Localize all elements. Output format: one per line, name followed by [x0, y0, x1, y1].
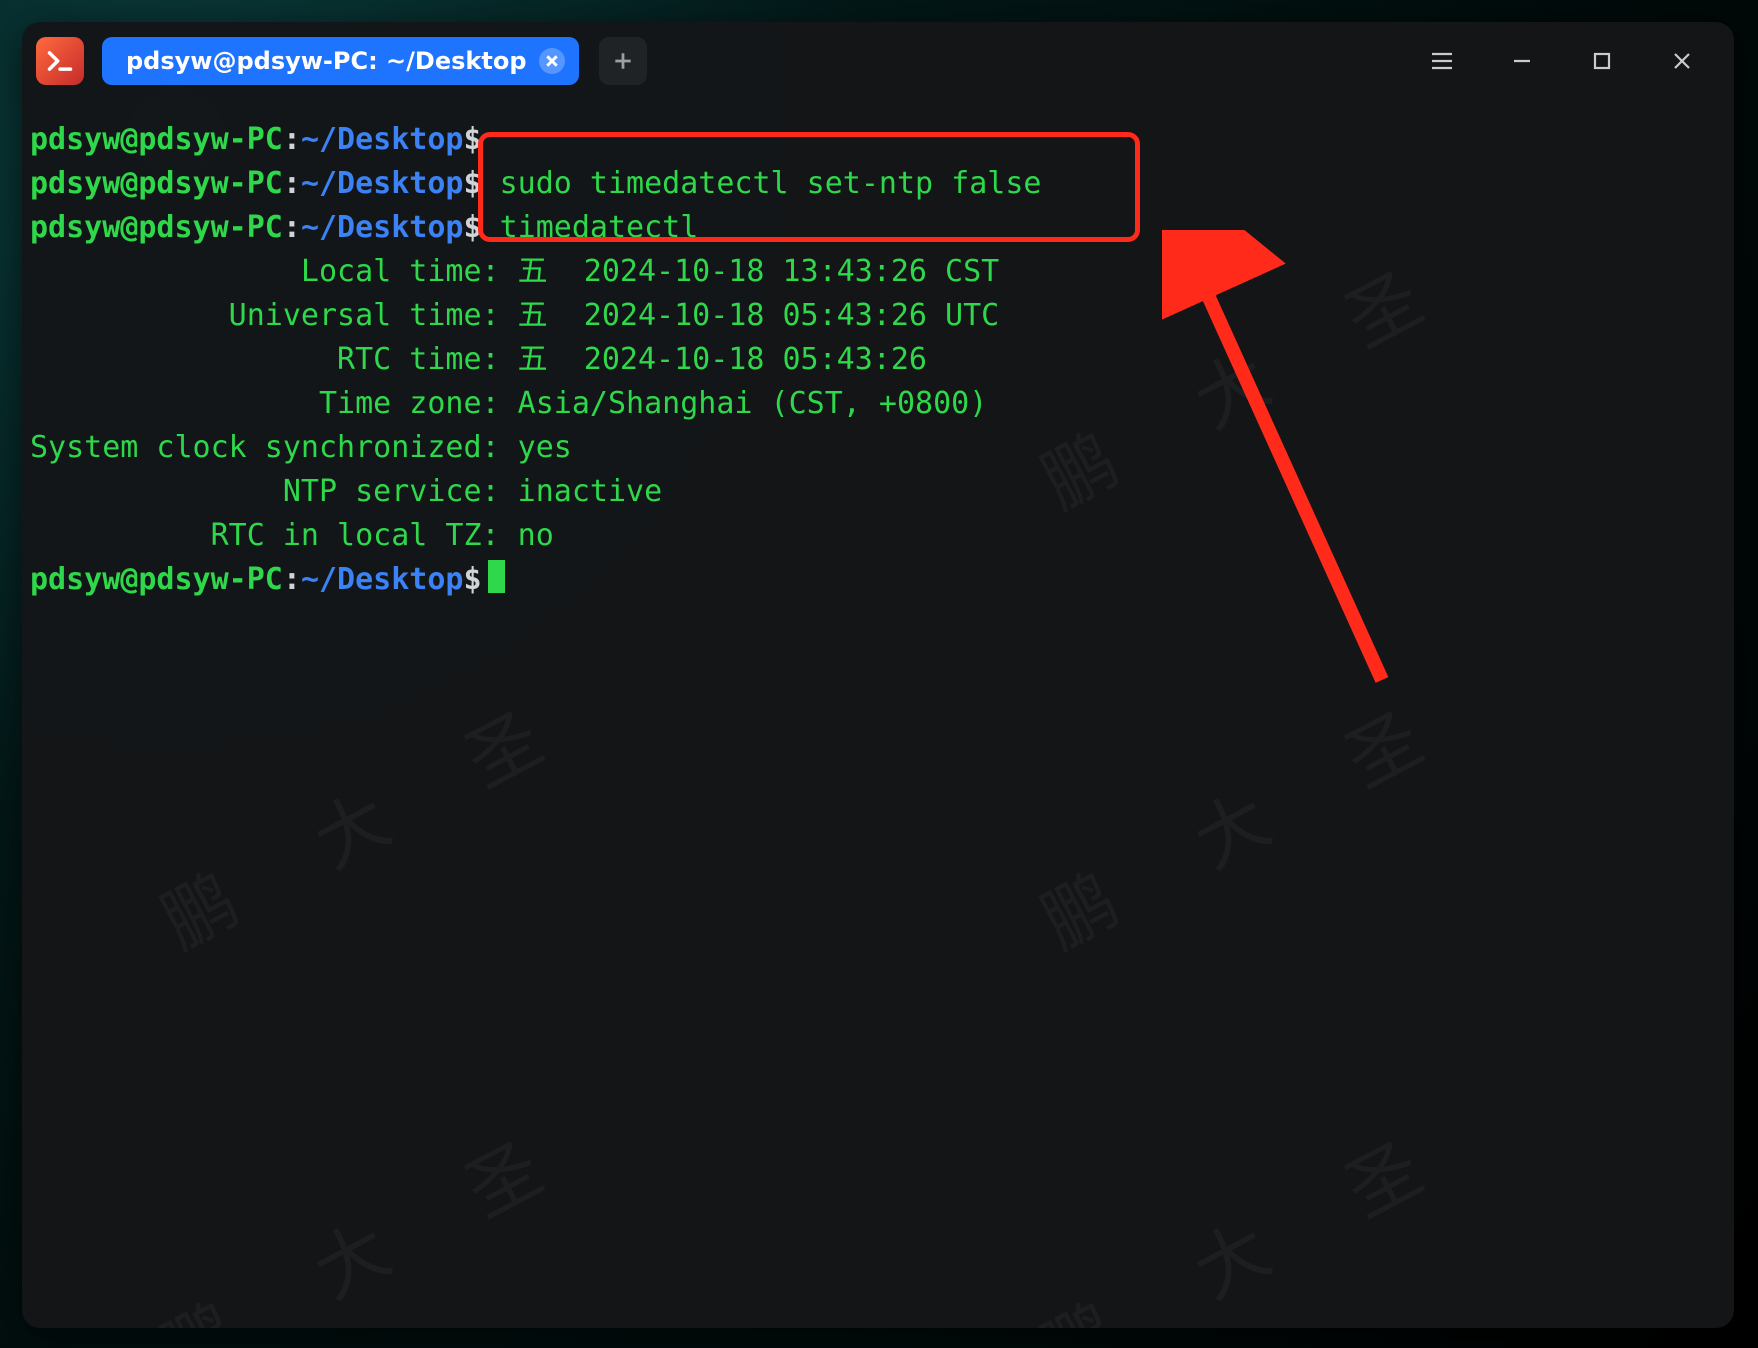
terminal-window: pdsyw@pdsyw-PC: ~/Desktop 鹏 大 圣: [22, 22, 1734, 1328]
watermark: 鹏 大 圣: [1038, 1126, 1461, 1328]
watermark: 鹏 大 圣: [158, 696, 581, 949]
terminal-line: pdsyw@pdsyw-PC:~/Desktop$: [30, 118, 1726, 162]
output-line: Universal time: 五 2024-10-18 05:43:26 UT…: [30, 294, 1726, 338]
output-line: Local time: 五 2024-10-18 13:43:26 CST: [30, 250, 1726, 294]
output-line: Time zone: Asia/Shanghai (CST, +0800): [30, 382, 1726, 426]
terminal-body[interactable]: 鹏 大 圣 鹏 大 圣 鹏 大 圣 鹏 大 圣 鹏 大 圣 pdsyw@pdsy…: [22, 100, 1734, 1328]
output-line: RTC in local TZ: no: [30, 514, 1726, 558]
prompt-user: pdsyw@pdsyw-PC: [30, 122, 283, 157]
minimize-button[interactable]: [1508, 47, 1536, 75]
tab-title: pdsyw@pdsyw-PC: ~/Desktop: [126, 47, 527, 75]
tab-close-button[interactable]: [539, 48, 565, 74]
prompt-path: ~/Desktop: [301, 122, 464, 157]
titlebar: pdsyw@pdsyw-PC: ~/Desktop: [22, 22, 1734, 100]
output-line: System clock synchronized: yes: [30, 426, 1726, 470]
hamburger-menu-icon[interactable]: [1428, 47, 1456, 75]
new-tab-button[interactable]: [599, 37, 647, 85]
terminal-line: pdsyw@pdsyw-PC:~/Desktop$: [30, 558, 1726, 602]
close-button[interactable]: [1668, 47, 1696, 75]
maximize-button[interactable]: [1588, 47, 1616, 75]
prompt-symbol: $: [464, 122, 482, 157]
watermark: 鹏 大 圣: [158, 1126, 581, 1328]
terminal-line: pdsyw@pdsyw-PC:~/Desktop$ sudo timedatec…: [30, 162, 1726, 206]
watermark: 鹏 大 圣: [1038, 696, 1461, 949]
cursor: [488, 560, 505, 593]
prompt-sep: :: [283, 122, 301, 157]
command-text: timedatectl: [500, 210, 699, 245]
window-controls: [1428, 47, 1696, 75]
tab-active[interactable]: pdsyw@pdsyw-PC: ~/Desktop: [102, 37, 579, 85]
output-line: NTP service: inactive: [30, 470, 1726, 514]
command-text: sudo timedatectl set-ntp false: [500, 166, 1042, 201]
terminal-app-icon[interactable]: [36, 37, 84, 85]
terminal-line: pdsyw@pdsyw-PC:~/Desktop$ timedatectl: [30, 206, 1726, 250]
output-line: RTC time: 五 2024-10-18 05:43:26: [30, 338, 1726, 382]
